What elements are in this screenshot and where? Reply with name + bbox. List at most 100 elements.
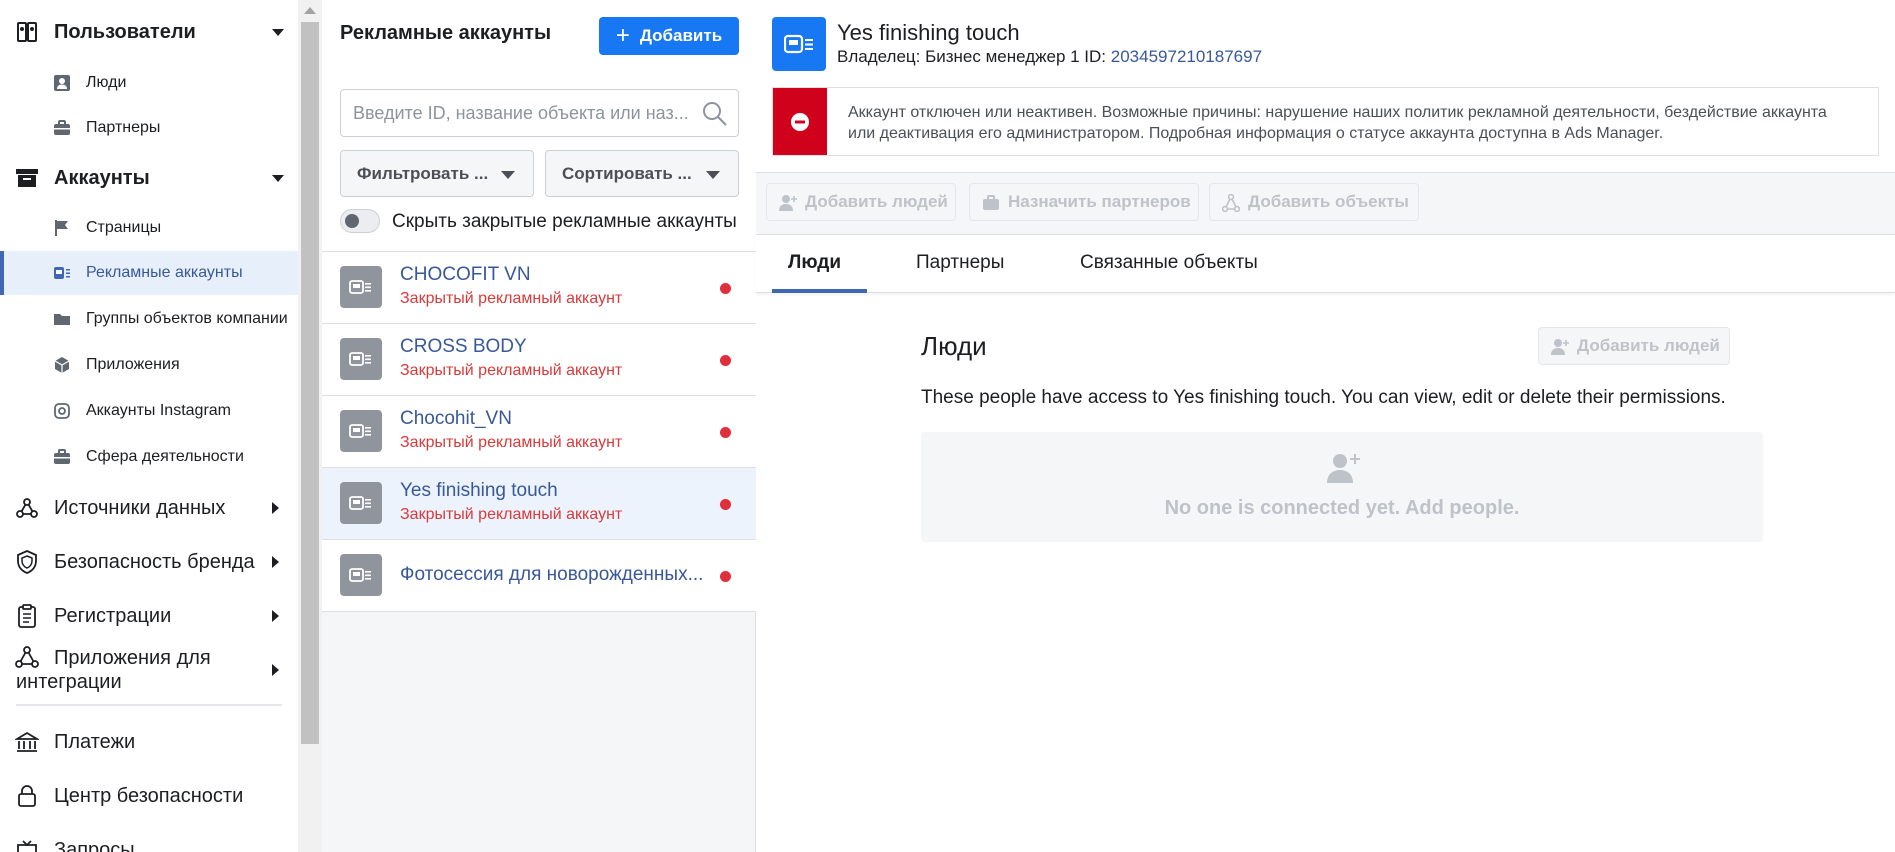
instagram-icon: [52, 401, 72, 421]
sidebar-item-instagram-accounts[interactable]: Аккаунты Instagram: [0, 389, 298, 433]
add-person-icon: [779, 195, 797, 211]
action-label: Назначить партнеров: [1008, 192, 1191, 211]
sidebar-section-data-sources[interactable]: Источники данных: [0, 490, 298, 526]
ad-account-icon: [340, 410, 382, 452]
chevron-down-icon: [272, 174, 284, 182]
alert-text: Аккаунт отключен или неактивен. Возможны…: [848, 104, 1827, 142]
sidebar-item-ad-accounts[interactable]: Рекламные аккаунты: [0, 251, 298, 295]
sidebar-section-registrations[interactable]: Регистрации: [0, 598, 298, 634]
sidebar-section-label: Центр безопасности: [54, 784, 244, 807]
active-tab-indicator: [772, 289, 867, 293]
sidebar-item-people[interactable]: Люди: [0, 61, 298, 105]
account-name[interactable]: Фотосессия для новорожденных...: [400, 564, 703, 586]
sidebar-section-requests[interactable]: Запросы: [0, 832, 298, 852]
sidebar-section-payments[interactable]: Платежи: [0, 724, 298, 760]
account-row-newborn-photoshoot[interactable]: Фотосессия для новорожденных...: [322, 540, 756, 612]
sidebar-item-pages[interactable]: Страницы: [0, 206, 298, 250]
action-label: Добавить людей: [805, 192, 948, 211]
account-row-chocofit-vn[interactable]: CHOCOFIT VN Закрытый рекламный аккаунт: [322, 252, 756, 324]
people-description: These people have access to Yes finishin…: [921, 387, 1726, 408]
chevron-right-icon: [272, 556, 279, 568]
add-person-icon: [1327, 454, 1360, 483]
account-status: Закрытый рекламный аккаунт: [400, 434, 623, 451]
sidebar-section-label: Платежи: [54, 730, 136, 753]
briefcase-icon: [983, 195, 999, 210]
add-assets-button[interactable]: Добавить объекты: [1209, 183, 1419, 221]
ad-account-icon: [340, 266, 382, 308]
account-status: Закрытый рекламный аккаунт: [400, 506, 623, 523]
chevron-down-icon: [272, 28, 284, 36]
chevron-right-icon: [272, 664, 279, 676]
sort-dropdown-label: Сортировать ...: [562, 163, 692, 183]
sidebar-item-partners[interactable]: Партнеры: [0, 106, 298, 150]
person-card-icon: [52, 73, 72, 93]
add-people-button[interactable]: Добавить людей: [766, 183, 956, 221]
sidebar-divider: [16, 704, 282, 706]
people-section-title: Люди: [921, 331, 987, 361]
archive-icon: [14, 165, 40, 191]
sidebar-item-label: Люди: [86, 74, 127, 91]
chevron-down-icon: [706, 171, 720, 179]
sidebar-item-business-asset-groups[interactable]: Группы объектов компании: [0, 297, 298, 341]
sidebar-section-security-center[interactable]: Центр безопасности: [0, 778, 298, 814]
account-row-cross-body[interactable]: CROSS BODY Закрытый рекламный аккаунт: [322, 324, 756, 396]
briefcase-icon: [52, 447, 72, 467]
sidebar-section-label: Аккаунты: [54, 166, 150, 189]
account-row-chocohit-vn[interactable]: Chocohit_VN Закрытый рекламный аккаунт: [322, 396, 756, 468]
detail-title: Yes finishing touch: [837, 20, 1020, 45]
search-box[interactable]: [340, 89, 739, 137]
people-add-label: Добавить людей: [1577, 336, 1720, 355]
bank-icon: [14, 729, 40, 755]
chevron-down-icon: [501, 171, 515, 179]
ad-account-icon: [340, 482, 382, 524]
alert-bar: [773, 88, 827, 155]
sidebar-scrollbar[interactable]: [298, 0, 322, 852]
sidebar-section-integrations[interactable]: Приложения для интеграции: [0, 644, 298, 696]
scroll-up-arrow-icon[interactable]: [304, 7, 316, 14]
hide-closed-toggle[interactable]: [340, 209, 380, 233]
status-dot: [720, 283, 731, 294]
sidebar-item-label: Страницы: [86, 219, 162, 236]
sidebar-item-apps[interactable]: Приложения: [0, 343, 298, 387]
sidebar-item-label: Аккаунты Instagram: [86, 402, 231, 419]
tab-people[interactable]: Люди: [788, 252, 841, 274]
sidebar-item-label: Сфера деятельности: [86, 448, 244, 465]
ad-account-icon: [340, 338, 382, 380]
account-row-yes-finishing-touch[interactable]: Yes finishing touch Закрытый рекламный а…: [322, 468, 756, 540]
account-name[interactable]: Chocohit_VN: [400, 408, 512, 430]
ad-account-icon: [340, 554, 382, 596]
empty-state-text: No one is connected yet. Add people.: [1164, 497, 1520, 519]
sidebar-section-accounts[interactable]: Аккаунты: [0, 160, 298, 196]
sort-dropdown[interactable]: Сортировать ...: [545, 150, 739, 197]
status-dot: [720, 355, 731, 366]
scrollbar-thumb[interactable]: [301, 22, 319, 744]
plus-icon: +: [615, 22, 630, 49]
people-add-button[interactable]: Добавить людей: [1538, 327, 1730, 365]
sidebar-section-label: Источники данных: [54, 496, 226, 519]
hide-closed-label: Скрыть закрытые рекламные аккаунты: [392, 211, 737, 232]
sidebar-section-users[interactable]: Пользователи: [0, 14, 298, 50]
sidebar-section-brand-safety[interactable]: Безопасность бренда: [0, 544, 298, 580]
detail-header: Yes finishing touch Владелец: Бизнес мен…: [756, 0, 1895, 172]
account-name[interactable]: CHOCOFIT VN: [400, 264, 531, 286]
no-entry-icon: [791, 112, 809, 131]
sidebar: Пользователи Люди Партнеры Аккаунты Стра…: [0, 0, 298, 852]
account-status: Закрытый рекламный аккаунт: [400, 362, 623, 379]
ad-account-icon: [52, 263, 72, 283]
folder-icon: [52, 309, 72, 329]
detail-owner: Владелец: Бизнес менеджер 1 ID: 20345972…: [837, 47, 1262, 67]
tab-connected-assets[interactable]: Связанные объекты: [1080, 252, 1258, 274]
filter-dropdown[interactable]: Фильтровать ...: [340, 150, 534, 197]
search-input[interactable]: [353, 90, 693, 136]
assign-partners-button[interactable]: Назначить партнеров: [969, 183, 1199, 221]
account-id[interactable]: 2034597210187697: [1111, 47, 1262, 66]
search-icon[interactable]: [701, 100, 729, 128]
sidebar-section-label: Безопасность бренда: [54, 550, 255, 573]
account-name[interactable]: Yes finishing touch: [400, 480, 558, 502]
action-label: Добавить объекты: [1248, 192, 1409, 211]
cube-icon: [52, 355, 72, 375]
add-button[interactable]: + Добавить: [599, 17, 739, 55]
tab-partners[interactable]: Партнеры: [916, 252, 1004, 274]
account-name[interactable]: CROSS BODY: [400, 336, 527, 358]
sidebar-item-lines-of-business[interactable]: Сфера деятельности: [0, 435, 298, 479]
